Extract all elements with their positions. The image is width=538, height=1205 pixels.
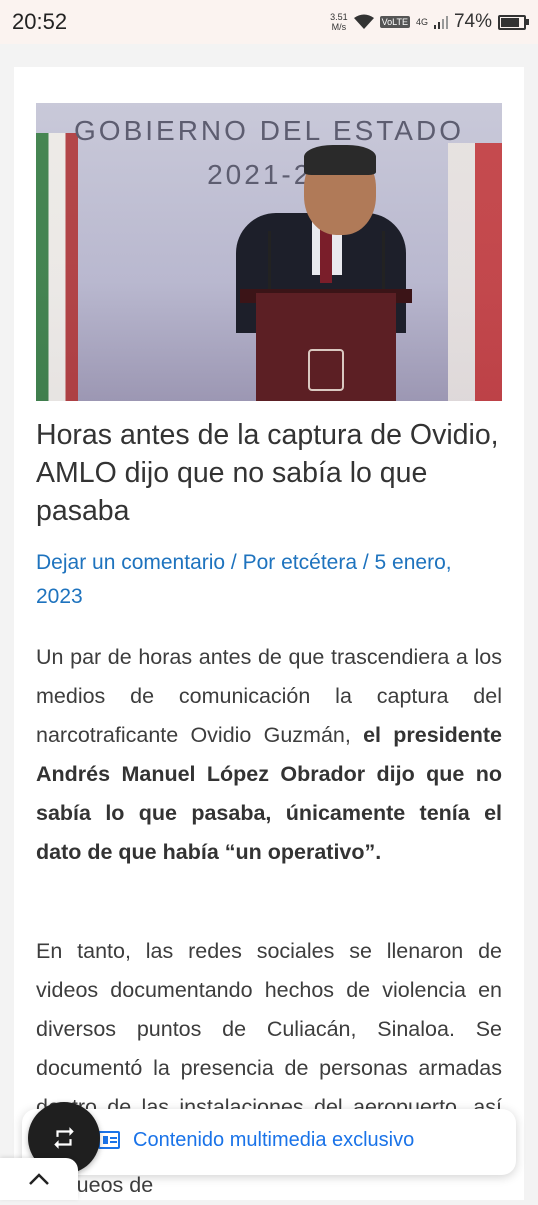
- volte-badge: VoLTE: [379, 16, 410, 28]
- meta-separator: / Por: [225, 551, 282, 574]
- battery-percent: 74%: [453, 11, 492, 32]
- comment-link[interactable]: Dejar un comentario: [36, 551, 225, 574]
- meta-separator: /: [357, 551, 375, 574]
- status-bar: 20:52 3.51 M/s VoLTE 4G 74%: [0, 0, 538, 44]
- signal-icon: [433, 16, 448, 29]
- repeat-icon: [54, 1127, 74, 1149]
- chevron-up-icon: [29, 1173, 49, 1185]
- network-type: 4G: [415, 17, 428, 27]
- clock: 20:52: [12, 9, 68, 34]
- article-meta: Dejar un comentario / Por etcétera / 5 e…: [36, 546, 502, 614]
- paragraph-1: Un par de horas antes de que trascendier…: [36, 638, 502, 872]
- status-icons: 3.51 M/s VoLTE 4G 74%: [330, 11, 529, 33]
- newspaper-icon: [98, 1131, 120, 1149]
- wifi-icon: [353, 14, 374, 29]
- scroll-up-button[interactable]: [0, 1158, 78, 1200]
- microphone: [268, 231, 271, 291]
- speaker-hair: [304, 145, 376, 175]
- microphone: [382, 231, 385, 291]
- author-link[interactable]: etcétera: [281, 551, 357, 574]
- hero-banner: GOBIERNO DEL ESTADO 2021-20: [74, 115, 464, 190]
- article-title: Horas antes de la captura de Ovidio, AML…: [36, 419, 499, 527]
- multimedia-banner-label[interactable]: Contenido multimedia exclusivo: [133, 1129, 414, 1152]
- podium-emblem-icon: [308, 349, 344, 391]
- network-speed: 3.51 M/s: [330, 12, 348, 32]
- battery-icon: [498, 14, 529, 30]
- hero-image[interactable]: GOBIERNO DEL ESTADO 2021-20: [36, 103, 502, 401]
- battery-fill: [501, 17, 519, 27]
- article-card: GOBIERNO DEL ESTADO 2021-20 Horas antes …: [14, 67, 524, 1200]
